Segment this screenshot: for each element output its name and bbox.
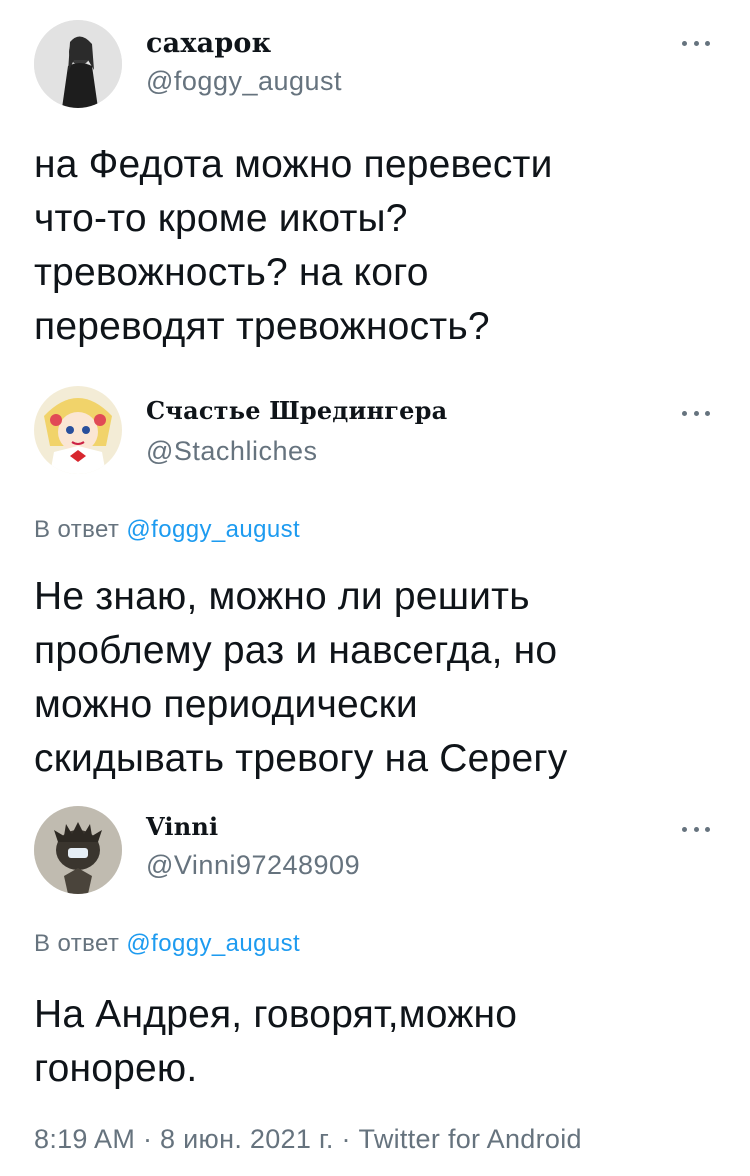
reply-prefix: В ответ bbox=[34, 930, 120, 957]
reply-mention-link[interactable]: @foggy_august bbox=[126, 930, 300, 957]
user-handle[interactable]: @Vinni97248909 bbox=[146, 850, 360, 881]
text-line: гонорею. bbox=[34, 1047, 198, 1090]
tweet-timestamp[interactable]: 8:19 AM · 8 июн. 2021 г. · Twitter for A… bbox=[34, 1124, 582, 1155]
avatar-vinni[interactable] bbox=[34, 806, 122, 894]
tweet-3: Vinni @Vinni97248909 В ответ @foggy_augu… bbox=[0, 0, 750, 1176]
display-name[interactable]: Vinni bbox=[146, 812, 218, 841]
more-dots-icon[interactable] bbox=[682, 826, 710, 832]
tweet-text: На Андрея, говорят,можно гонорею. bbox=[34, 988, 724, 1096]
text-line: На Андрея, говорят,можно bbox=[34, 993, 518, 1036]
hedgehog-avatar-icon bbox=[34, 806, 122, 894]
reply-context: В ответ @foggy_august bbox=[34, 930, 300, 958]
